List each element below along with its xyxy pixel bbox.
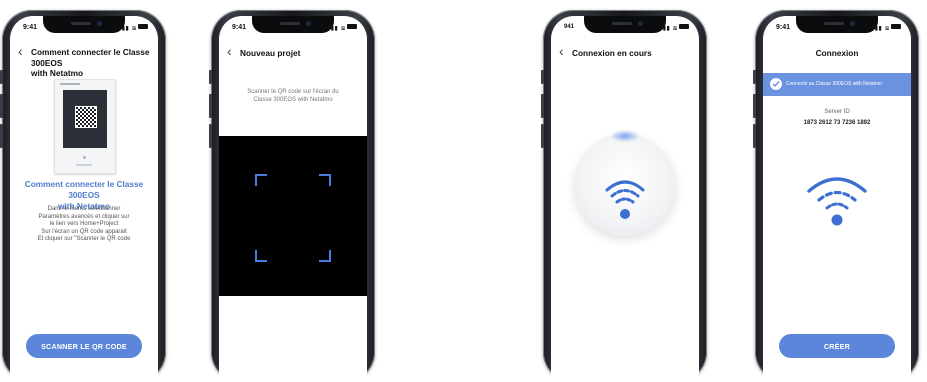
volume-up-button: [0, 94, 3, 118]
banner-text: Connecté au Classe 300EOS with Netatmo: [786, 81, 882, 87]
server-id-value: 1873 2612 73 7236 1892: [803, 120, 871, 126]
scan-hint: Scanner le QR code sur l'écran du Classe…: [247, 89, 339, 103]
status-time: 941: [564, 24, 575, 30]
phone-frame-2: 9:41 ▮▮ ≋ ‹ Nouveau projet Scanner le QR…: [209, 10, 375, 382]
screen-connecting: 941 ▮▮ ≋ ‹ Connexion en cours: [551, 16, 699, 382]
back-chevron-icon[interactable]: ‹: [559, 44, 564, 58]
create-button[interactable]: CRÉER: [779, 334, 895, 358]
page-title: Nouveau projet: [240, 48, 301, 58]
scan-frame-corner: [319, 174, 331, 186]
wifi-icon: [807, 177, 867, 226]
volume-down-button: [753, 124, 756, 148]
battery-icon: [891, 24, 901, 29]
page-title: Connexion: [815, 48, 859, 58]
wifi-icon: [605, 180, 645, 219]
screen-how-to-connect: 9:41 ▮▮ ≋ ‹ Comment connecter le Classe …: [10, 16, 158, 382]
instructions: Dans le menu, sélectionner Paramètres av…: [10, 206, 158, 244]
volume-down-button: [0, 124, 3, 148]
side-button: [0, 70, 3, 84]
device-illustration: [54, 79, 116, 174]
screen-connection: 9:41 ▮▮ ≋ Connexion Connecté au Classe 3…: [763, 16, 911, 382]
signal-icon: ▮▮: [330, 26, 339, 32]
notch: [43, 16, 125, 33]
volume-up-button: [541, 94, 544, 118]
wifi-status-icon: ≋: [340, 26, 346, 32]
volume-down-button: [541, 124, 544, 148]
page-title: Comment connecter le Classe 300EOS with …: [31, 47, 150, 78]
scan-qr-code-button[interactable]: SCANNER LE QR CODE: [26, 334, 142, 358]
back-chevron-icon[interactable]: ‹: [227, 44, 232, 58]
scan-frame-corner: [319, 250, 331, 262]
connecting-indicator: [574, 134, 676, 236]
status-icons: ▮▮ ≋: [663, 24, 689, 32]
phone-frame-3: 941 ▮▮ ≋ ‹ Connexion en cours: [541, 10, 707, 382]
success-banner: Connecté au Classe 300EOS with Netatmo: [763, 73, 911, 96]
status-time: 9:41: [23, 24, 38, 31]
qr-scanner-viewfinder[interactable]: [219, 136, 367, 296]
notch: [584, 16, 666, 33]
status-icons: ▮▮ ≋: [875, 24, 901, 32]
instruction-line: Et cliquer sur "Scanner le QR code: [37, 236, 131, 243]
battery-icon: [347, 24, 357, 29]
qr-code-icon: [75, 106, 97, 128]
scan-frame-corner: [255, 174, 267, 186]
status-icons: ▮▮ ≋: [122, 24, 148, 32]
server-id-label: Server ID: [824, 109, 850, 115]
signal-icon: ▮▮: [874, 26, 883, 32]
notch: [796, 16, 878, 33]
notch: [252, 16, 334, 33]
phone-frame-4: 9:41 ▮▮ ≋ Connexion Connecté au Classe 3…: [753, 10, 919, 382]
battery-icon: [138, 24, 148, 29]
signal-icon: ▮▮: [662, 26, 671, 32]
phone-frame-1: 9:41 ▮▮ ≋ ‹ Comment connecter le Classe …: [0, 10, 166, 382]
checkmark-icon: [770, 78, 782, 90]
side-button: [209, 70, 212, 84]
side-button: [541, 70, 544, 84]
volume-up-button: [753, 94, 756, 118]
side-button: [753, 70, 756, 84]
status-time: 9:41: [776, 24, 791, 31]
instruction-line: Sur l'écran un QR code apparait: [41, 228, 127, 235]
instruction-line: Dans le menu, sélectionner: [47, 206, 121, 212]
battery-icon: [679, 24, 689, 29]
volume-down-button: [209, 124, 212, 148]
volume-up-button: [209, 94, 212, 118]
status-time: 9:41: [232, 24, 247, 31]
progress-glow: [611, 130, 639, 142]
wifi-status-icon: ≋: [672, 26, 678, 32]
screen-new-project: 9:41 ▮▮ ≋ ‹ Nouveau projet Scanner le QR…: [219, 16, 367, 382]
signal-icon: ▮▮: [121, 26, 130, 32]
status-icons: ▮▮ ≋: [331, 24, 357, 32]
back-chevron-icon[interactable]: ‹: [18, 44, 23, 58]
scan-frame-corner: [255, 250, 267, 262]
page-title: Connexion en cours: [572, 48, 652, 58]
wifi-status-icon: ≋: [884, 26, 890, 32]
instruction-line: le lien vers Home+Project: [49, 221, 119, 228]
wifi-status-icon: ≋: [131, 26, 137, 32]
instruction-line: Paramètres avancés et cliquer sur: [38, 213, 130, 220]
